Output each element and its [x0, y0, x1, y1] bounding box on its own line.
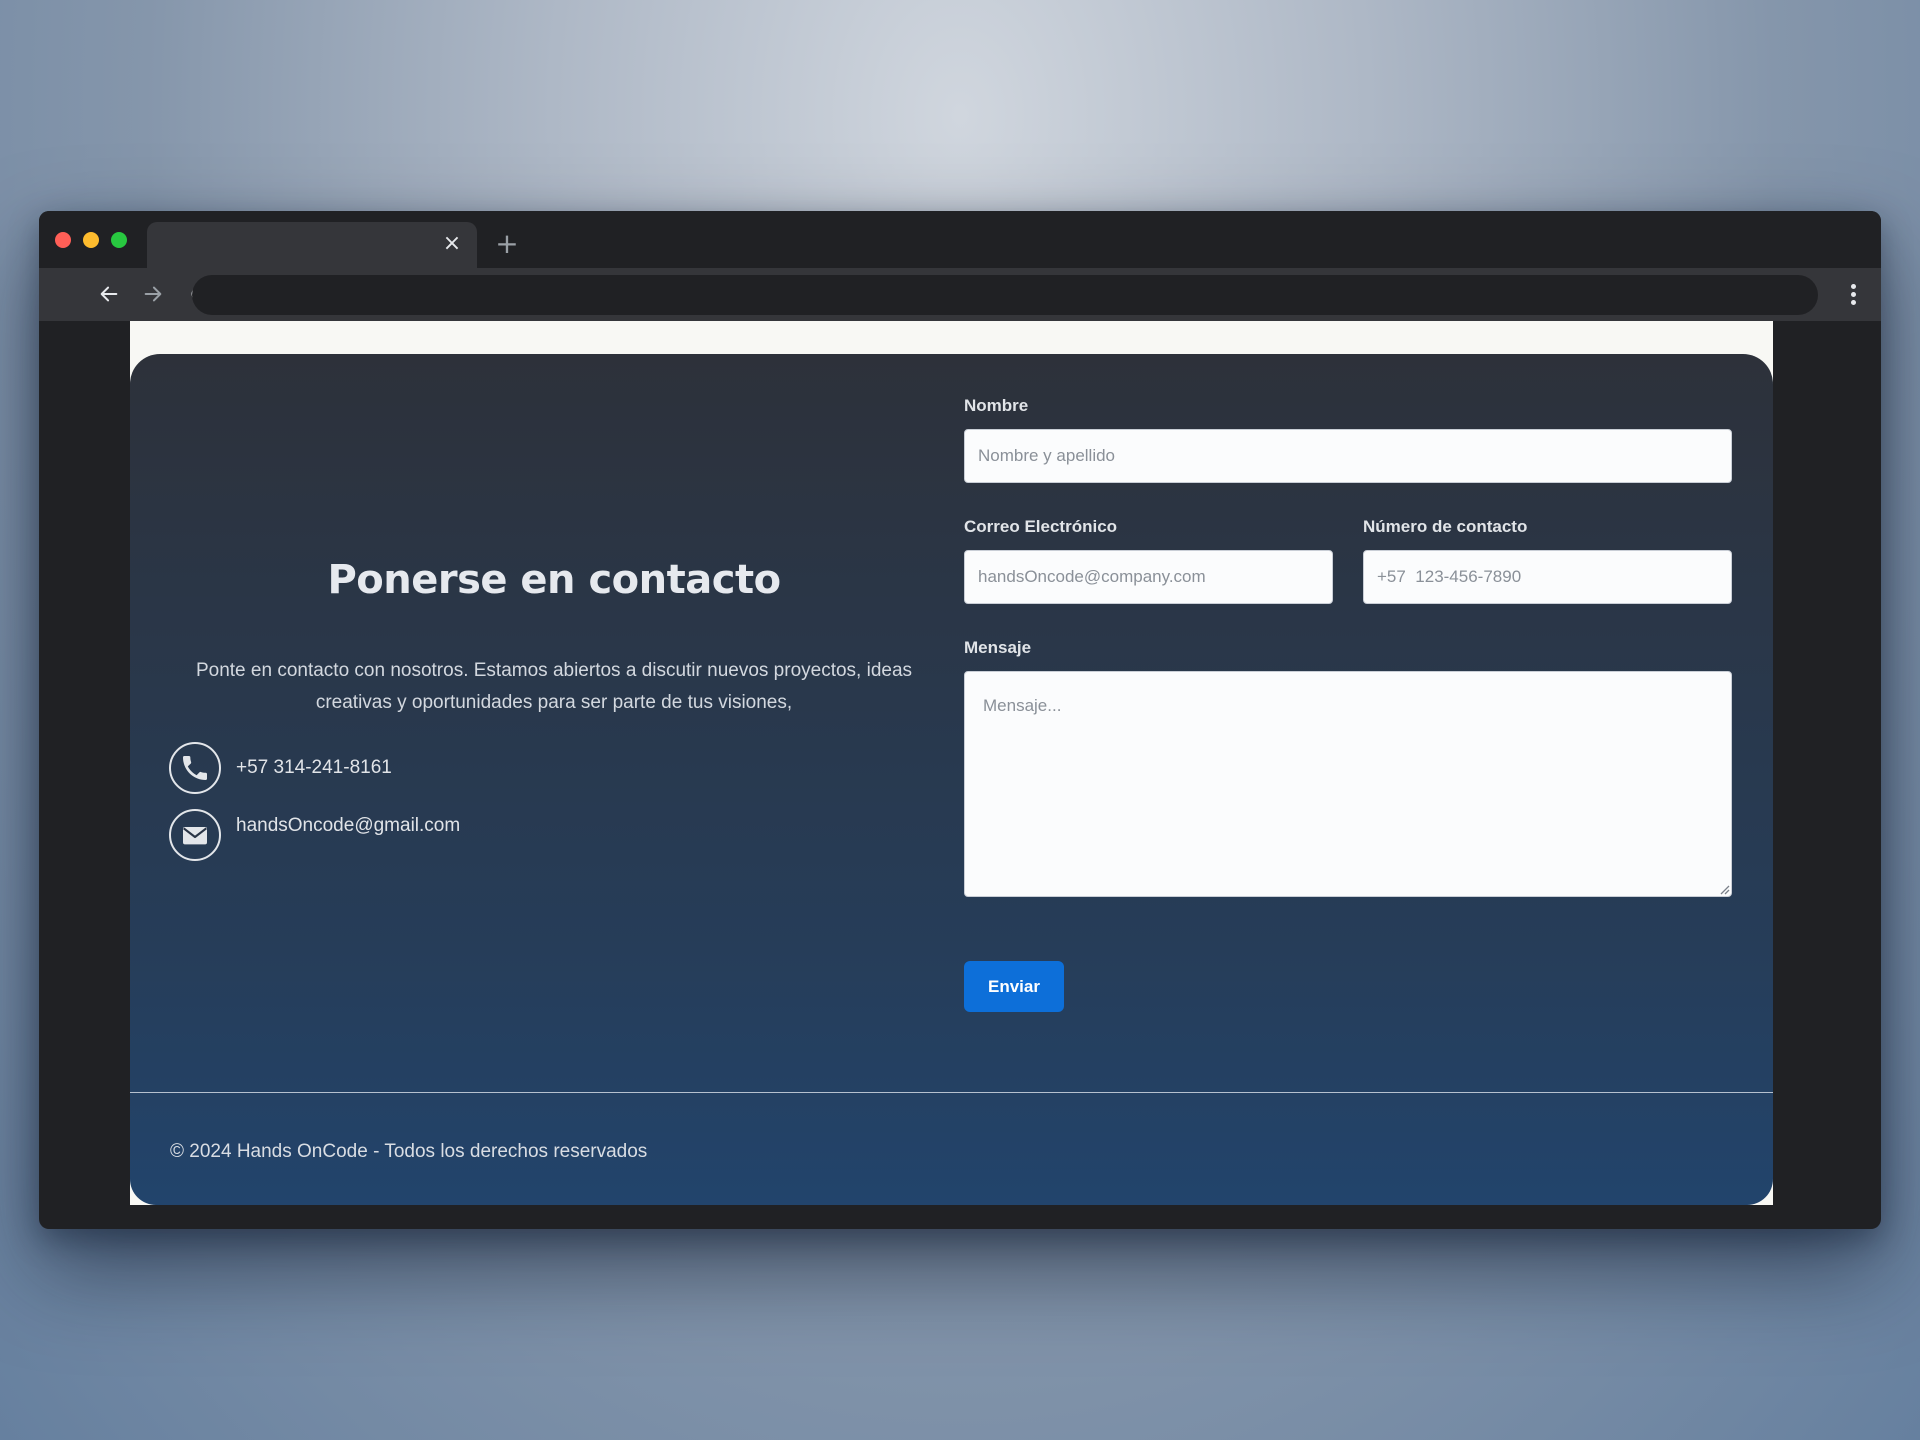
email-input[interactable]: [964, 550, 1333, 604]
contact-description: Ponte en contacto con nosotros. Estamos …: [195, 660, 913, 713]
kebab-menu-icon[interactable]: [1843, 281, 1863, 309]
page-title: Ponerse en contacto: [327, 557, 781, 603]
contact-info: Ponerse en contacto Ponte en contacto co…: [130, 354, 964, 1084]
phone-icon: [169, 742, 221, 794]
phone-contact: +57 314-241-8161: [169, 742, 392, 794]
maximize-window-button[interactable]: [111, 232, 127, 248]
submit-button[interactable]: Enviar: [964, 961, 1064, 1012]
back-arrow-icon[interactable]: [93, 278, 125, 310]
name-input[interactable]: [964, 429, 1732, 483]
message-label: Mensaje: [964, 638, 1032, 657]
address-bar[interactable]: [192, 275, 1818, 315]
phone-text: +57 314-241-8161: [236, 757, 392, 778]
title-bar: × +: [39, 211, 1881, 268]
copyright-text: © 2024 Hands OnCode - Todos los derechos…: [170, 1141, 648, 1162]
phone-input[interactable]: [1363, 550, 1732, 604]
phone-label: Número de contacto: [1363, 517, 1528, 536]
forward-arrow-icon[interactable]: [137, 278, 169, 310]
email-label: Correo Electrónico: [964, 517, 1118, 536]
close-window-button[interactable]: [55, 232, 71, 248]
email-text[interactable]: handsOncode@gmail.com: [236, 815, 460, 837]
contact-form: Nombre Correo Electrónico Número de cont…: [964, 354, 1734, 1084]
minimize-window-button[interactable]: [83, 232, 99, 248]
envelope-icon: [169, 809, 221, 861]
email-contact: handsOncode@gmail.com: [169, 809, 460, 861]
message-textarea[interactable]: [964, 671, 1732, 897]
resize-handle-icon[interactable]: [1716, 881, 1730, 895]
close-tab-icon[interactable]: ×: [439, 231, 465, 257]
new-tab-icon[interactable]: +: [492, 229, 522, 259]
contact-section: Ponerse en contacto Ponte en contacto co…: [130, 354, 1773, 1205]
footer-divider: [130, 1092, 1773, 1093]
browser-window: × + Ponerse en contacto Ponte en contact…: [39, 211, 1881, 1229]
page-viewport: Ponerse en contacto Ponte en contacto co…: [130, 321, 1773, 1205]
browser-toolbar: [39, 268, 1881, 321]
name-label: Nombre: [964, 396, 1029, 415]
browser-tab[interactable]: ×: [147, 222, 477, 268]
